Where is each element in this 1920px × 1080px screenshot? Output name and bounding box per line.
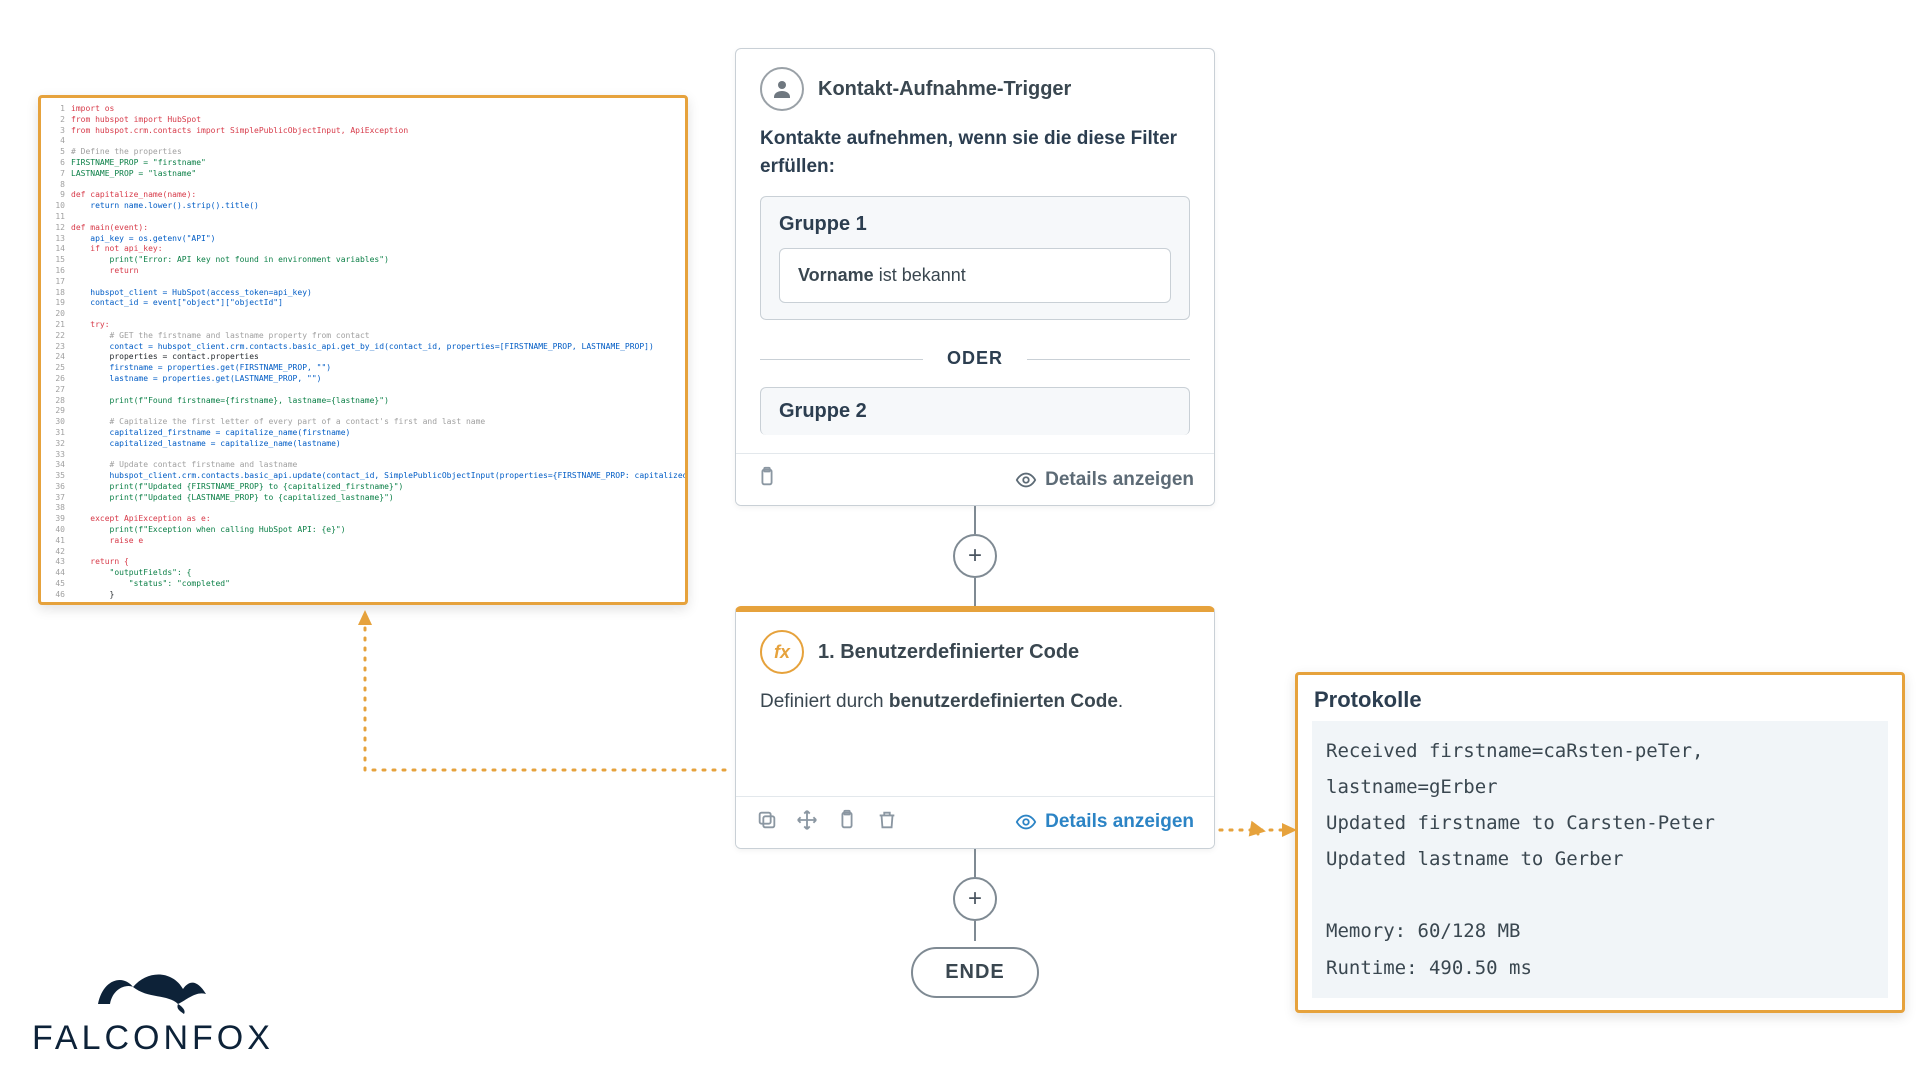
copy-icon[interactable] (756, 809, 778, 836)
trigger-card[interactable]: Kontakt-Aufnahme-Trigger Kontakte aufneh… (735, 48, 1215, 506)
add-step-button[interactable]: + (953, 877, 997, 921)
end-node: ENDE (911, 947, 1039, 998)
code-line: 26 lastname = properties.get(LASTNAME_PR… (49, 374, 677, 385)
connector-line (974, 578, 976, 606)
code-line: 1import os (49, 104, 677, 115)
code-line: 47 } (49, 601, 677, 605)
log-title: Protokolle (1312, 687, 1888, 713)
filter-group-2[interactable]: Gruppe 2 (760, 387, 1190, 435)
code-desc-bold: benutzerdefinierten Code (889, 691, 1118, 712)
trigger-card-header: Kontakt-Aufnahme-Trigger (736, 49, 1214, 125)
code-line: 25 firstname = properties.get(FIRSTNAME_… (49, 363, 677, 374)
function-icon: fx (760, 630, 804, 674)
code-line: 13 api_key = os.getenv("API") (49, 234, 677, 245)
code-line: 35 hubspot_client.crm.contacts.basic_api… (49, 471, 677, 482)
eye-icon (1015, 469, 1037, 491)
code-line: 3from hubspot.crm.contacts import Simple… (49, 126, 677, 137)
add-step-button[interactable]: + (953, 534, 997, 578)
code-title: 1. Benutzerdefinierter Code (818, 641, 1079, 664)
code-line: 18 hubspot_client = HubSpot(access_token… (49, 288, 677, 299)
code-line: 42 (49, 547, 677, 558)
code-card-header: fx 1. Benutzerdefinierter Code (736, 612, 1214, 688)
code-line: 7LASTNAME_PROP = "lastname" (49, 169, 677, 180)
code-line: 9def capitalize_name(name): (49, 190, 677, 201)
code-line: 22 # GET the firstname and lastname prop… (49, 331, 677, 342)
code-line: 40 print(f"Exception when calling HubSpo… (49, 525, 677, 536)
group-2-title: Gruppe 2 (779, 400, 1171, 423)
code-line: 10 return name.lower().strip().title() (49, 201, 677, 212)
code-line: 37 print(f"Updated {LASTNAME_PROP} to {c… (49, 493, 677, 504)
code-line: 6FIRSTNAME_PROP = "firstname" (49, 158, 677, 169)
code-line: 38 (49, 503, 677, 514)
code-line: 19 contact_id = event["object"]["objectI… (49, 298, 677, 309)
code-line: 20 (49, 309, 677, 320)
details-link[interactable]: Details anzeigen (1015, 811, 1194, 833)
clipboard-icon[interactable] (756, 466, 778, 493)
trigger-title: Kontakt-Aufnahme-Trigger (818, 78, 1071, 101)
log-panel: Protokolle Received firstname=caRsten-pe… (1295, 672, 1905, 1013)
filter-condition: ist bekannt (879, 265, 966, 285)
code-line: 27 (49, 385, 677, 396)
code-line: 5# Define the properties (49, 147, 677, 158)
logo-mark-icon (78, 959, 228, 1019)
or-divider: ODER (760, 330, 1190, 387)
code-line: 11 (49, 212, 677, 223)
filter-group-1[interactable]: Gruppe 1 Vorname ist bekannt (760, 196, 1190, 320)
code-line: 34 # Update contact firstname and lastna… (49, 460, 677, 471)
code-line: 44 "outputFields": { (49, 568, 677, 579)
filter-rule[interactable]: Vorname ist bekannt (779, 248, 1171, 303)
code-line: 28 print(f"Found firstname={firstname}, … (49, 396, 677, 407)
code-line: 36 print(f"Updated {FIRSTNAME_PROP} to {… (49, 482, 677, 493)
code-line: 32 capitalized_lastname = capitalize_nam… (49, 439, 677, 450)
code-line: 16 return (49, 266, 677, 277)
trigger-footer-icons (756, 466, 778, 493)
code-card-body: Definiert durch benutzerdefinierten Code… (736, 688, 1214, 796)
code-line: 15 print("Error: API key not found in en… (49, 255, 677, 266)
code-footer-icons (756, 809, 898, 836)
code-line: 29 (49, 406, 677, 417)
code-line: 4 (49, 136, 677, 147)
connector-line (974, 921, 976, 941)
connector-line (974, 849, 976, 877)
code-line: 24 properties = contact.properties (49, 352, 677, 363)
code-line: 39 except ApiException as e: (49, 514, 677, 525)
move-icon[interactable] (796, 809, 818, 836)
code-line: 33 (49, 450, 677, 461)
log-body: Received firstname=caRsten-peTer, lastna… (1312, 721, 1888, 998)
code-line: 14 if not api_key: (49, 244, 677, 255)
code-line: 17 (49, 277, 677, 288)
trigger-card-body: Kontakte aufnehmen, wenn sie die diese F… (736, 125, 1214, 453)
code-line: 2from hubspot import HubSpot (49, 115, 677, 126)
trigger-desc: Kontakte aufnehmen, wenn sie die diese F… (760, 125, 1190, 180)
code-desc-prefix: Definiert durch (760, 691, 889, 712)
group-1-title: Gruppe 1 (779, 213, 1171, 236)
connector-line (974, 506, 976, 534)
clipboard-icon[interactable] (836, 809, 858, 836)
filter-property: Vorname (798, 265, 874, 285)
code-line: 21 try: (49, 320, 677, 331)
details-label: Details anzeigen (1045, 469, 1194, 491)
custom-code-card[interactable]: fx 1. Benutzerdefinierter Code Definiert… (735, 606, 1215, 849)
falconfox-logo: FALCONFOX (32, 959, 274, 1058)
code-editor-panel: 1import os2from hubspot import HubSpot3f… (38, 95, 688, 605)
details-label: Details anzeigen (1045, 811, 1194, 833)
code-line: 8 (49, 180, 677, 191)
code-line: 23 contact = hubspot_client.crm.contacts… (49, 342, 677, 353)
details-link[interactable]: Details anzeigen (1015, 469, 1194, 491)
code-line: 31 capitalized_firstname = capitalize_na… (49, 428, 677, 439)
logo-text: FALCONFOX (32, 1019, 274, 1058)
code-desc: Definiert durch benutzerdefinierten Code… (760, 688, 1190, 716)
code-card-footer: Details anzeigen (736, 796, 1214, 848)
code-line: 45 "status": "completed" (49, 579, 677, 590)
workflow-column: Kontakt-Aufnahme-Trigger Kontakte aufneh… (735, 48, 1215, 998)
code-line: 12def main(event): (49, 223, 677, 234)
code-line: 41 raise e (49, 536, 677, 547)
eye-icon (1015, 811, 1037, 833)
contact-icon (760, 67, 804, 111)
trash-icon[interactable] (876, 809, 898, 836)
code-line: 30 # Capitalize the first letter of ever… (49, 417, 677, 428)
code-line: 46 } (49, 590, 677, 601)
code-line: 43 return { (49, 557, 677, 568)
trigger-card-footer: Details anzeigen (736, 453, 1214, 505)
